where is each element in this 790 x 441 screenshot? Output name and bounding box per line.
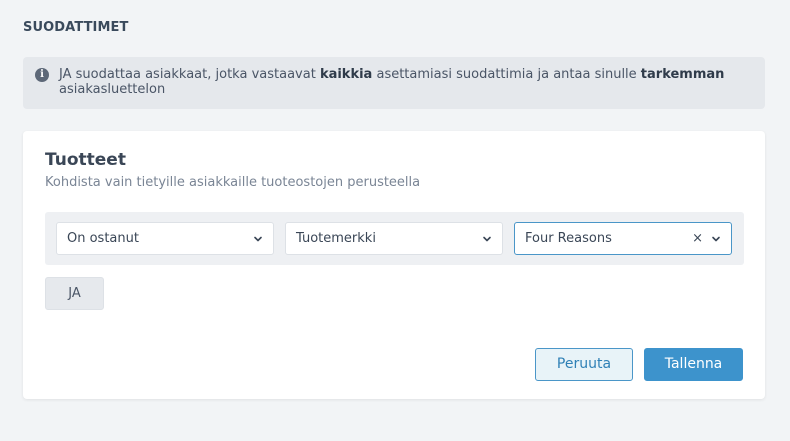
- info-bold-2: tarkemman: [640, 67, 725, 82]
- filter-row: On ostanut Tuotemerkki Four Reasons ×: [45, 212, 744, 265]
- info-text-2: asettamiasi suodattimia ja antaa sinulle: [372, 67, 641, 82]
- info-text-3: asiakasluettelon: [59, 82, 166, 97]
- attribute-select[interactable]: Tuotemerkki: [285, 222, 503, 255]
- info-icon: i: [35, 68, 49, 82]
- card-title: Tuotteet: [45, 150, 126, 170]
- value-select[interactable]: Four Reasons ×: [514, 222, 732, 255]
- chevron-down-icon: [254, 236, 262, 242]
- chevron-down-icon: [483, 236, 491, 242]
- cancel-button[interactable]: Peruuta: [535, 348, 633, 381]
- chevron-down-icon: [712, 236, 720, 242]
- condition-select-value: On ostanut: [67, 231, 139, 246]
- products-filter-card: Tuotteet Kohdista vain tietyille asiakka…: [23, 131, 765, 399]
- and-button[interactable]: JA: [45, 277, 104, 310]
- info-text-1: JA suodattaa asiakkaat, jotka vastaavat: [59, 67, 320, 82]
- save-button[interactable]: Tallenna: [644, 348, 743, 381]
- card-subtitle: Kohdista vain tietyille asiakkaille tuot…: [45, 175, 421, 190]
- info-bold-1: kaikkia: [319, 67, 373, 82]
- clear-icon[interactable]: ×: [692, 223, 703, 254]
- value-select-value: Four Reasons: [525, 231, 612, 246]
- section-title: SUODATTIMET: [23, 20, 129, 35]
- attribute-select-value: Tuotemerkki: [296, 231, 376, 246]
- info-banner: i JA suodattaa asiakkaat, jotka vastaava…: [23, 57, 765, 109]
- condition-select[interactable]: On ostanut: [56, 222, 274, 255]
- filters-page: SUODATTIMET i JA suodattaa asiakkaat, jo…: [0, 0, 790, 441]
